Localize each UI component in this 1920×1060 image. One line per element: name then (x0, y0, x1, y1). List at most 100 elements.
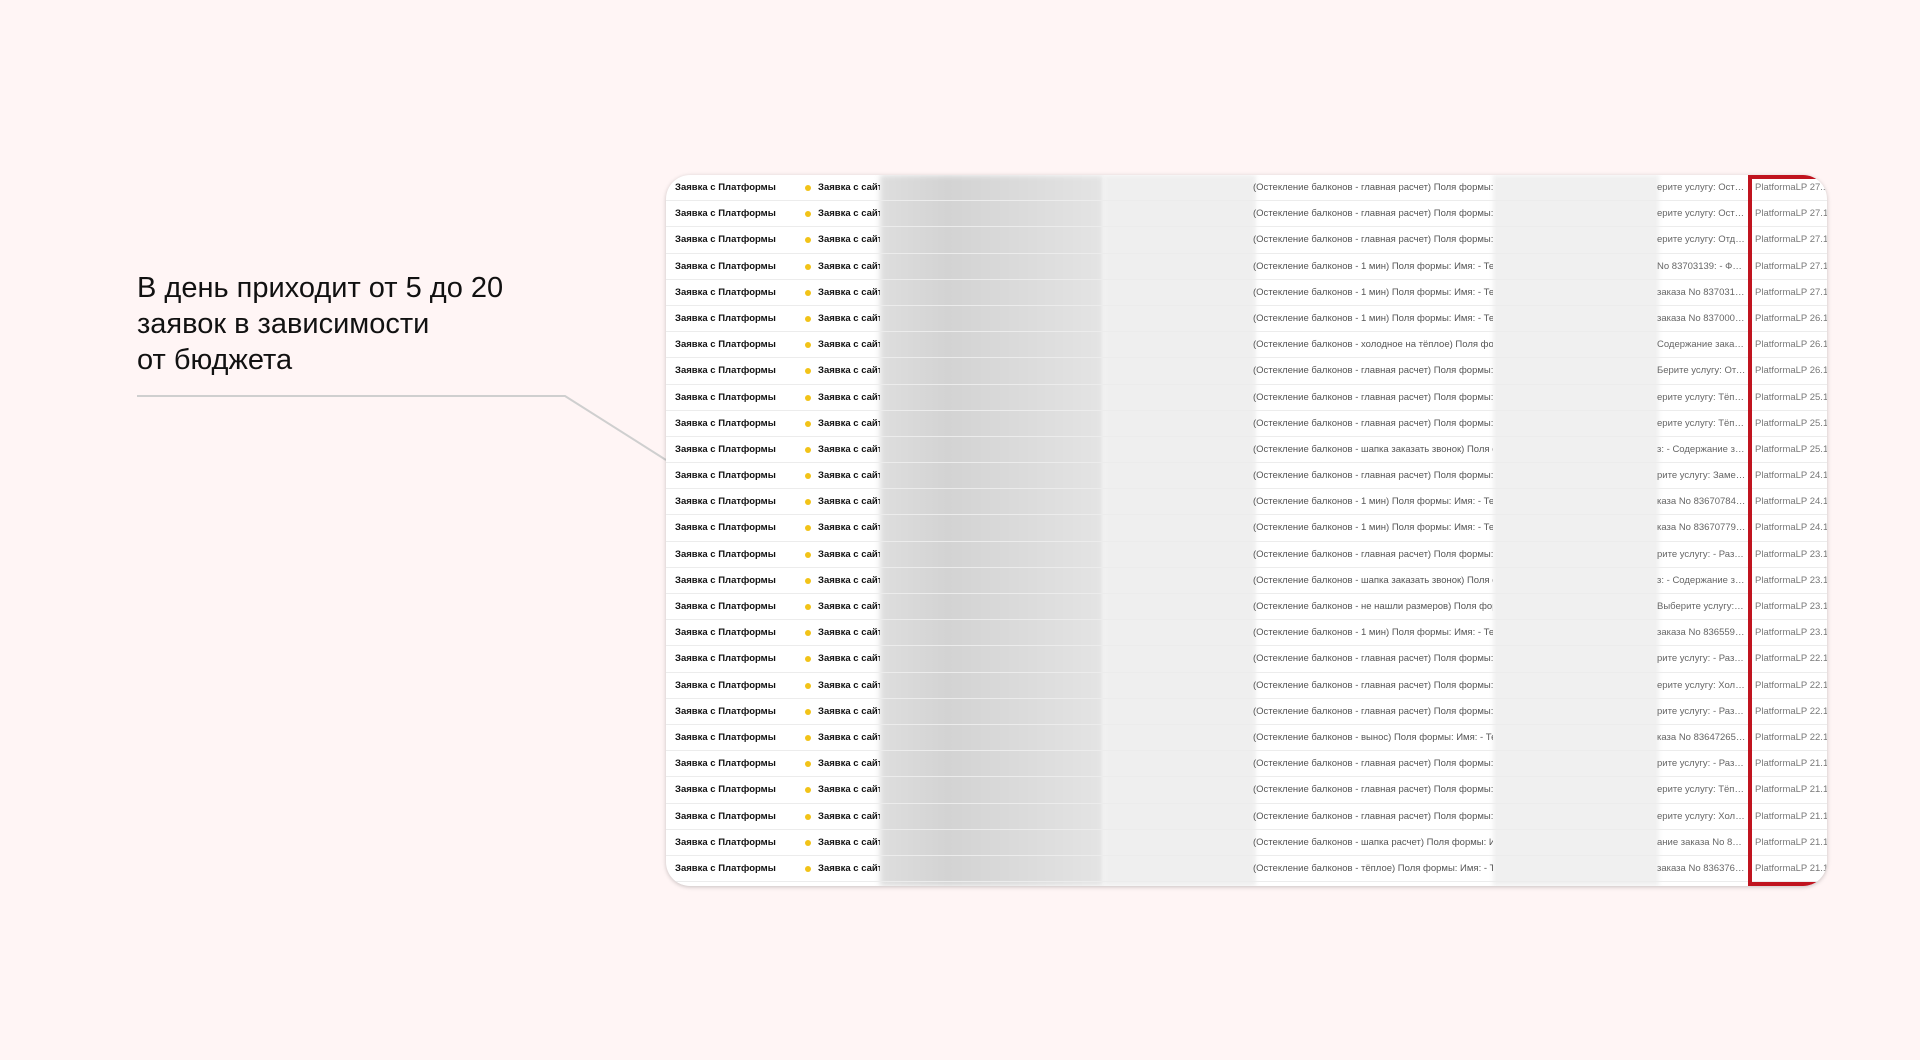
email-row[interactable]: Заявка с Платформы Заявка с сайта (Остекле… (666, 358, 1827, 385)
email-list: Заявка с Платформы Заявка с сайта (Остекле… (666, 175, 1827, 883)
email-snippet: (Остекление балконов - тёплое) Поля форм… (1253, 862, 1493, 874)
sender-name: Заявка с Платформы (675, 836, 776, 848)
email-row[interactable]: Заявка с Платформы Заявка с сайта (Остекле… (666, 332, 1827, 359)
email-source-date: PlatformaLP 27.10 (1755, 286, 1827, 298)
unread-dot-icon (805, 368, 811, 375)
unread-dot-icon (805, 342, 811, 349)
email-row[interactable]: Заявка с Платформы Заявка с сайта (Остекле… (666, 856, 1827, 883)
email-source-date: PlatformaLP 24.10 (1755, 496, 1827, 508)
email-source-date: PlatformaLP 26.10 (1755, 339, 1827, 351)
email-source-date: PlatformaLP 27.10 (1755, 234, 1827, 246)
email-subject: Заявка с сайта (818, 417, 880, 429)
email-row[interactable]: Заявка с Платформы Заявка с сайта (Остекле… (666, 306, 1827, 333)
email-source-date: PlatformaLP 23.10 (1755, 601, 1827, 612)
email-row[interactable]: Заявка с Платформы Заявка с сайта (Остекле… (666, 646, 1827, 673)
email-snippet-detail: заказа No 83703134:... (1657, 286, 1746, 298)
email-row[interactable]: Заявка с Платформы Заявка с сайта (Остекле… (666, 594, 1827, 621)
email-subject: Заявка с сайта (818, 286, 880, 298)
email-snippet-detail: каза No 83670784: -... (1657, 496, 1746, 508)
email-snippet-detail: каза No 83670779: -... (1657, 522, 1746, 534)
email-row[interactable]: Заявка с Платформы Заявка с сайта (Остекле… (666, 725, 1827, 752)
sender-name: Заявка с Платформы (675, 339, 776, 351)
sender-name: Заявка с Платформы (675, 234, 776, 246)
email-row[interactable]: Заявка с Платформы Заявка с сайта (Остекле… (666, 463, 1827, 490)
email-snippet: (Остекление балконов - главная расчет) П… (1253, 208, 1493, 220)
email-snippet: (Остекление балконов - шапка расчет) Пол… (1253, 836, 1493, 848)
email-row[interactable]: Заявка с Платформы Заявка с сайта (Остекле… (666, 437, 1827, 464)
email-row[interactable]: Заявка с Платформы Заявка с сайта (Остекле… (666, 542, 1827, 568)
unread-dot-icon (805, 263, 811, 270)
unread-dot-icon (805, 761, 811, 768)
email-subject: Заявка с сайта (818, 443, 880, 455)
email-row[interactable]: Заявка с Платформы Заявка с сайта (Остекле… (666, 568, 1827, 594)
email-row[interactable]: Заявка с Платформы Заявка с сайта (Остекле… (666, 254, 1827, 280)
email-snippet: (Остекление балконов - главная расчет) П… (1253, 391, 1493, 403)
email-subject: Заявка с сайта (818, 522, 880, 534)
email-row[interactable]: Заявка с Платформы Заявка с сайта (Остекле… (666, 777, 1827, 804)
email-snippet: (Остекление балконов - главная расчет) П… (1253, 548, 1493, 560)
email-snippet-detail: рите услугу: Замена... (1657, 470, 1746, 482)
sender-name: Заявка с Платформы (675, 627, 776, 639)
email-snippet: (Остекление балконов - главная расчет) П… (1253, 679, 1493, 691)
unread-dot-icon (805, 185, 811, 191)
email-snippet-detail: ерите услугу: Тёпло... (1657, 391, 1746, 403)
email-row[interactable]: Заявка с Платформы Заявка с сайта (Остекле… (666, 489, 1827, 516)
unread-dot-icon (805, 473, 811, 480)
email-snippet-detail: ерите услугу: Остек... (1657, 182, 1746, 193)
email-snippet: (Остекление балконов - 1 мин) Поля формы… (1253, 627, 1493, 639)
email-subject: Заявка с сайта (818, 679, 880, 691)
email-row[interactable]: Заявка с Платформы Заявка с сайта (Остекле… (666, 385, 1827, 411)
email-snippet: (Остекление балконов - главная расчет) П… (1253, 758, 1493, 770)
email-subject: Заявка с сайта (818, 391, 880, 403)
unread-dot-icon (805, 499, 811, 506)
email-subject: Заявка с сайта (818, 731, 880, 743)
email-source-date: PlatformaLP 27.10 (1755, 208, 1827, 220)
email-row[interactable]: Заявка с Платформы Заявка с сайта (Остекле… (666, 620, 1827, 647)
email-row[interactable]: Заявка с Платформы Заявка с сайта (Остекле… (666, 227, 1827, 254)
email-row[interactable]: Заявка с Платформы Заявка с сайта (Остекле… (666, 280, 1827, 306)
email-snippet-detail: ерите услугу: Холод... (1657, 810, 1746, 822)
email-snippet-detail: Выберите услугу: О... (1657, 601, 1746, 612)
email-subject: Заявка с сайта (818, 339, 880, 351)
email-row[interactable]: Заявка с Платформы Заявка с сайта (Остекле… (666, 673, 1827, 699)
unread-dot-icon (805, 237, 811, 244)
unread-dot-icon (805, 446, 811, 453)
email-row[interactable]: Заявка с Платформы Заявка с сайта (Остекле… (666, 830, 1827, 856)
email-source-date: PlatformaLP 21.10 (1755, 810, 1827, 822)
email-row[interactable]: Заявка с Платформы Заявка с сайта (Остекле… (666, 411, 1827, 437)
email-snippet: (Остекление балконов - главная расчет) П… (1253, 653, 1493, 665)
unread-dot-icon (805, 656, 811, 663)
sender-name: Заявка с Платформы (675, 417, 776, 429)
email-snippet-detail: рите услугу: - Разме... (1657, 758, 1746, 770)
email-snippet: (Остекление балконов - главная расчет) П… (1253, 470, 1493, 482)
email-snippet: (Остекление балконов - вынос) Поля формы… (1253, 731, 1493, 743)
email-row[interactable]: Заявка с Платформы Заявка с сайта (Остекле… (666, 804, 1827, 830)
sender-name: Заявка с Платформы (675, 810, 776, 822)
email-snippet-detail: ерите услугу: Холодн... (1657, 679, 1746, 691)
email-snippet: (Остекление балконов - не нашли размеров… (1253, 601, 1493, 612)
email-snippet-detail: Содержание заказ... (1657, 339, 1746, 351)
email-subject: Заявка с сайта (818, 784, 880, 796)
email-snippet-detail: ерите услугу: Тёпло... (1657, 417, 1746, 429)
email-row[interactable]: Заявка с Платформы Заявка с сайта (Остекле… (666, 201, 1827, 228)
email-subject: Заявка с сайта (818, 182, 880, 193)
unread-dot-icon (805, 420, 811, 427)
sender-name: Заявка с Платформы (675, 731, 776, 743)
email-list-panel: Заявка с Платформы Заявка с сайта (Остекле… (666, 175, 1827, 886)
email-row[interactable]: Заявка с Платформы Заявка с сайта (Остекле… (666, 751, 1827, 778)
email-subject: Заявка с сайта (818, 365, 880, 377)
email-source-date: PlatformaLP 22.10 (1755, 731, 1827, 743)
sender-name: Заявка с Платформы (675, 679, 776, 691)
email-subject: Заявка с сайта (818, 496, 880, 508)
unread-dot-icon (805, 865, 811, 872)
email-subject: Заявка с сайта (818, 836, 880, 848)
email-subject: Заявка с сайта (818, 260, 880, 272)
unread-dot-icon (805, 787, 811, 794)
email-row[interactable]: Заявка с Платформы Заявка с сайта (Остекле… (666, 515, 1827, 542)
email-snippet-detail: заказа No 83700044:... (1657, 312, 1746, 324)
email-snippet: (Остекление балконов - главная расчет) П… (1253, 705, 1493, 717)
email-subject: Заявка с сайта (818, 470, 880, 482)
email-subject: Заявка с сайта (818, 758, 880, 770)
email-row[interactable]: Заявка с Платформы Заявка с сайта (Остекле… (666, 699, 1827, 725)
email-row[interactable]: Заявка с Платформы Заявка с сайта (Остекле… (666, 175, 1827, 202)
